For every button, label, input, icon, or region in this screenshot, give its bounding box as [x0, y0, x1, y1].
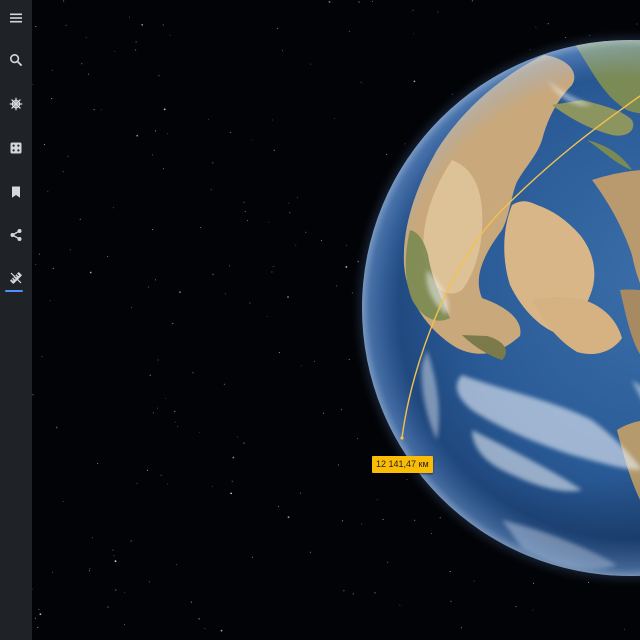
dice-icon	[10, 142, 22, 154]
measurement-distance-label: 12 141,47 км	[372, 456, 433, 473]
bookmark-icon	[12, 186, 20, 198]
menu-icon	[10, 13, 22, 23]
active-tool-indicator	[5, 290, 23, 292]
sidebar	[0, 0, 33, 640]
feeling-lucky-button[interactable]	[0, 132, 32, 164]
share-icon	[10, 229, 22, 241]
atmosphere-limb	[362, 40, 640, 576]
menu-button[interactable]	[0, 2, 32, 34]
voyager-button[interactable]	[0, 88, 32, 120]
map-view[interactable]: 12 141,47 км	[32, 0, 640, 640]
projects-button[interactable]	[0, 176, 32, 208]
ruler-icon	[10, 272, 22, 284]
voyager-helm-icon	[9, 97, 23, 111]
search-button[interactable]	[0, 44, 32, 76]
share-button[interactable]	[0, 219, 32, 251]
search-icon	[9, 53, 23, 67]
globe[interactable]	[32, 0, 640, 640]
measurement-start-point[interactable]	[400, 436, 404, 440]
measure-button[interactable]	[0, 262, 32, 294]
